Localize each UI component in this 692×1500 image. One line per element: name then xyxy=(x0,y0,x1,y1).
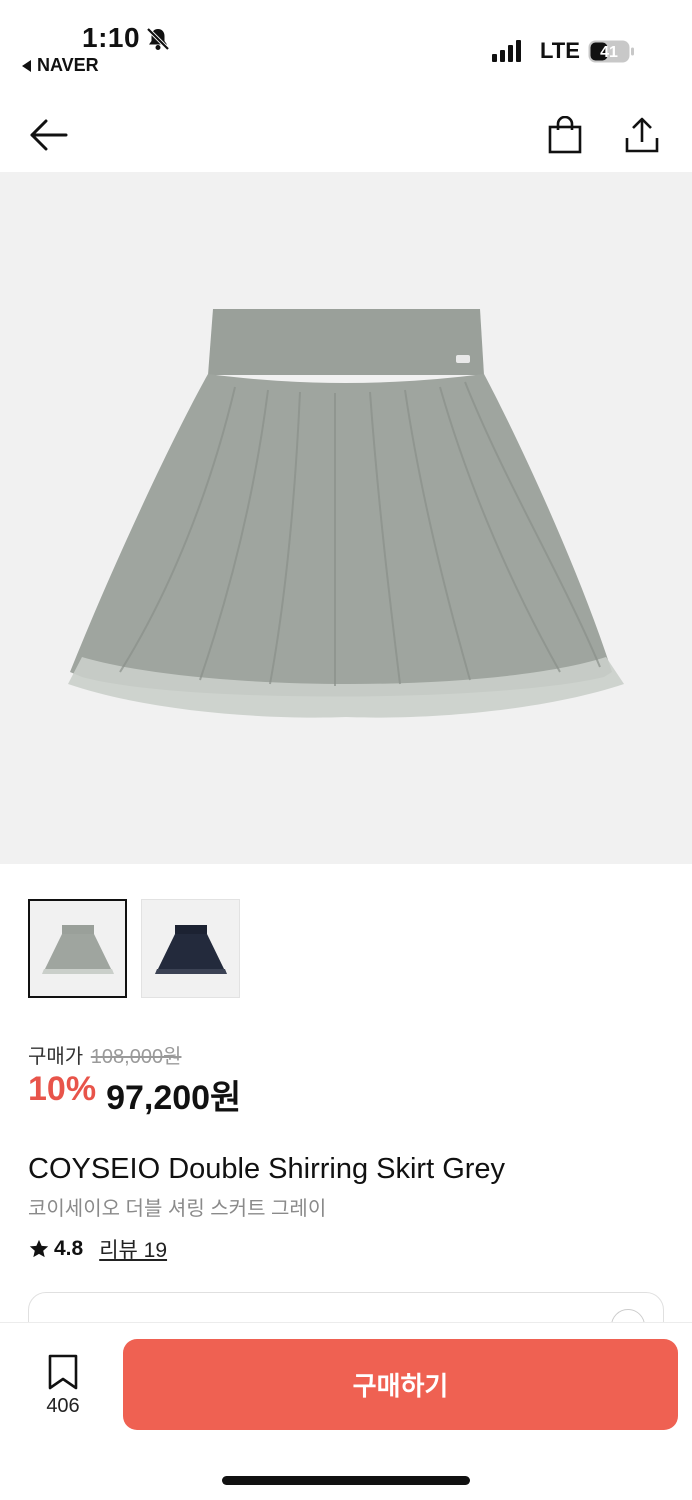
nav-bar xyxy=(0,95,692,172)
rating-row: 4.8 리뷰 19 xyxy=(28,1234,167,1264)
review-link[interactable]: 리뷰 19 xyxy=(99,1234,167,1264)
sale-price: 97,200원 xyxy=(106,1079,242,1117)
thumbnail-navy[interactable] xyxy=(141,899,240,998)
product-image[interactable] xyxy=(0,172,692,864)
thumbnail-list xyxy=(28,899,240,998)
skirt-thumb-grey xyxy=(41,924,114,974)
product-name-korean: 코이세이오 더블 셔링 스커트 그레이 xyxy=(28,1198,327,1220)
cart-button[interactable] xyxy=(543,113,587,157)
status-bar: 1:10 NAVER LTE 41 xyxy=(0,0,692,90)
bell-slash-icon xyxy=(146,27,170,51)
product-name: COYSEIO Double Shirring Skirt Grey xyxy=(28,1153,506,1185)
discount-rate: 10% xyxy=(28,1070,97,1108)
wishlist-count: 406 xyxy=(46,1395,80,1417)
back-button[interactable] xyxy=(26,113,70,157)
skirt-thumb-navy xyxy=(154,924,227,974)
wishlist-button[interactable]: 406 xyxy=(28,1353,98,1418)
back-to-app[interactable]: NAVER xyxy=(22,55,99,76)
bookmark-icon xyxy=(48,1354,78,1390)
back-app-label: NAVER xyxy=(37,55,99,75)
original-price: 108,000원 xyxy=(90,1046,182,1068)
sale-price-row: 10% 97,200원 xyxy=(28,1070,241,1119)
home-indicator[interactable] xyxy=(222,1476,470,1485)
rating-value: 4.8 xyxy=(54,1237,84,1260)
shopping-bag-icon xyxy=(548,116,582,154)
network-label: LTE xyxy=(540,38,580,63)
share-icon xyxy=(625,117,659,153)
share-button[interactable] xyxy=(620,113,664,157)
bottom-action-bar: 406 구매하기 xyxy=(0,1322,692,1500)
battery-icon: 41 xyxy=(588,40,634,63)
price-label-row: 구매가 108,000원 xyxy=(28,1040,181,1069)
status-time: 1:10 xyxy=(82,22,141,53)
star-icon xyxy=(29,1239,49,1258)
back-triangle-icon xyxy=(22,59,31,72)
signal-icon xyxy=(492,40,521,62)
battery-level: 41 xyxy=(600,44,618,61)
price-label: 구매가 xyxy=(28,1046,84,1068)
buy-button[interactable]: 구매하기 xyxy=(123,1339,678,1430)
thumbnail-grey[interactable] xyxy=(28,899,127,998)
skirt-illustration xyxy=(68,309,624,718)
back-arrow-icon xyxy=(30,119,68,151)
